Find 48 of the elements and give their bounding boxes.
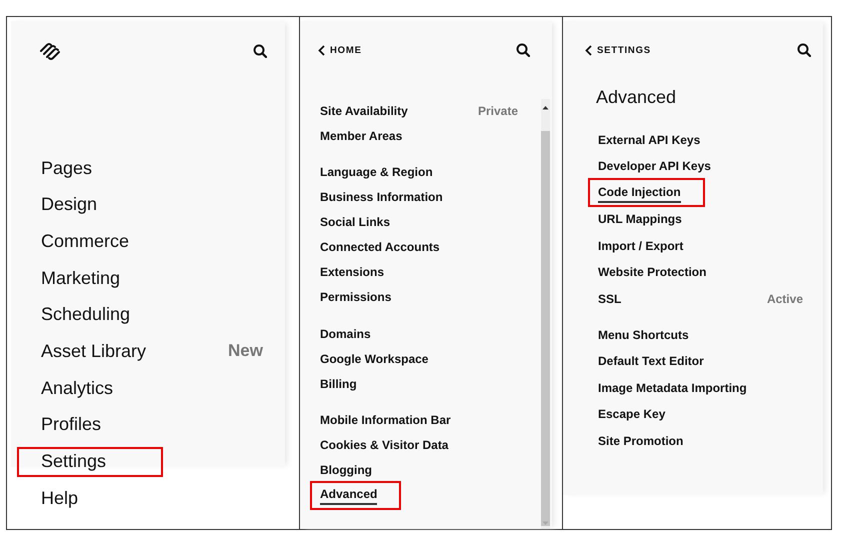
menu-item[interactable]: Site Promotion <box>588 431 813 450</box>
logo-icon <box>39 42 61 60</box>
scroll-up-icon[interactable] <box>542 105 549 110</box>
menu-item[interactable]: Code Injection <box>588 178 705 207</box>
back-link[interactable]: HOME <box>318 44 362 56</box>
chevron-left-icon <box>318 44 325 56</box>
nav-item[interactable]: Design <box>17 190 163 220</box>
search-icon[interactable] <box>797 43 811 57</box>
menu-item[interactable]: SSL Active <box>588 289 813 308</box>
nav-item[interactable]: Marketing <box>17 263 163 294</box>
nav-item[interactable]: Asset Library New <box>17 336 265 366</box>
nav-item[interactable]: Pages <box>17 153 163 183</box>
menu-item[interactable]: Blogging <box>310 460 528 480</box>
menu-item[interactable]: Billing <box>310 374 528 393</box>
panel-title: Advanced <box>595 86 678 108</box>
back-link[interactable]: SETTINGS <box>585 44 651 56</box>
menu-item[interactable]: Advanced <box>310 480 402 510</box>
menu-item[interactable]: Menu Shortcuts <box>588 325 813 344</box>
menu-item[interactable]: Default Text Editor <box>588 352 813 370</box>
menu-item[interactable]: Domains <box>310 324 528 343</box>
menu-item[interactable]: Developer API Keys <box>588 156 813 176</box>
search-icon[interactable] <box>516 43 530 57</box>
menu-item[interactable]: External API Keys <box>588 130 813 149</box>
menu-item[interactable]: Connected Accounts <box>310 238 528 256</box>
menu-item[interactable]: Extensions <box>310 262 528 282</box>
nav-item[interactable]: Analytics <box>17 373 163 404</box>
nav-item[interactable]: Help <box>17 483 163 514</box>
menu-item[interactable]: Google Workspace <box>310 349 528 368</box>
search-icon[interactable] <box>253 44 267 58</box>
menu-item[interactable]: Member Areas <box>310 126 528 145</box>
menu-item[interactable]: Escape Key <box>588 404 813 424</box>
nav-item[interactable]: Profiles <box>17 410 163 440</box>
nav-item[interactable]: Settings <box>17 446 163 476</box>
menu-item[interactable]: Business Information <box>310 188 528 206</box>
menu-item[interactable]: Cookies & Visitor Data <box>310 436 528 454</box>
scrollbar[interactable] <box>541 99 550 529</box>
nav-item[interactable]: Scheduling <box>17 300 163 330</box>
menu-item[interactable]: Site Availability Private <box>310 101 528 120</box>
chevron-left-icon <box>585 44 592 56</box>
menu-item[interactable]: Language & Region <box>310 162 528 182</box>
menu-item[interactable]: Image Metadata Importing <box>588 378 813 397</box>
menu-item[interactable]: Mobile Information Bar <box>310 410 528 430</box>
menu-item[interactable]: URL Mappings <box>588 210 813 228</box>
menu-item[interactable]: Social Links <box>310 212 528 232</box>
nav-item[interactable]: Commerce <box>17 226 163 256</box>
menu-item[interactable]: Permissions <box>310 288 528 306</box>
menu-item[interactable]: Import / Export <box>588 236 813 255</box>
menu-item[interactable]: Website Protection <box>588 262 813 282</box>
